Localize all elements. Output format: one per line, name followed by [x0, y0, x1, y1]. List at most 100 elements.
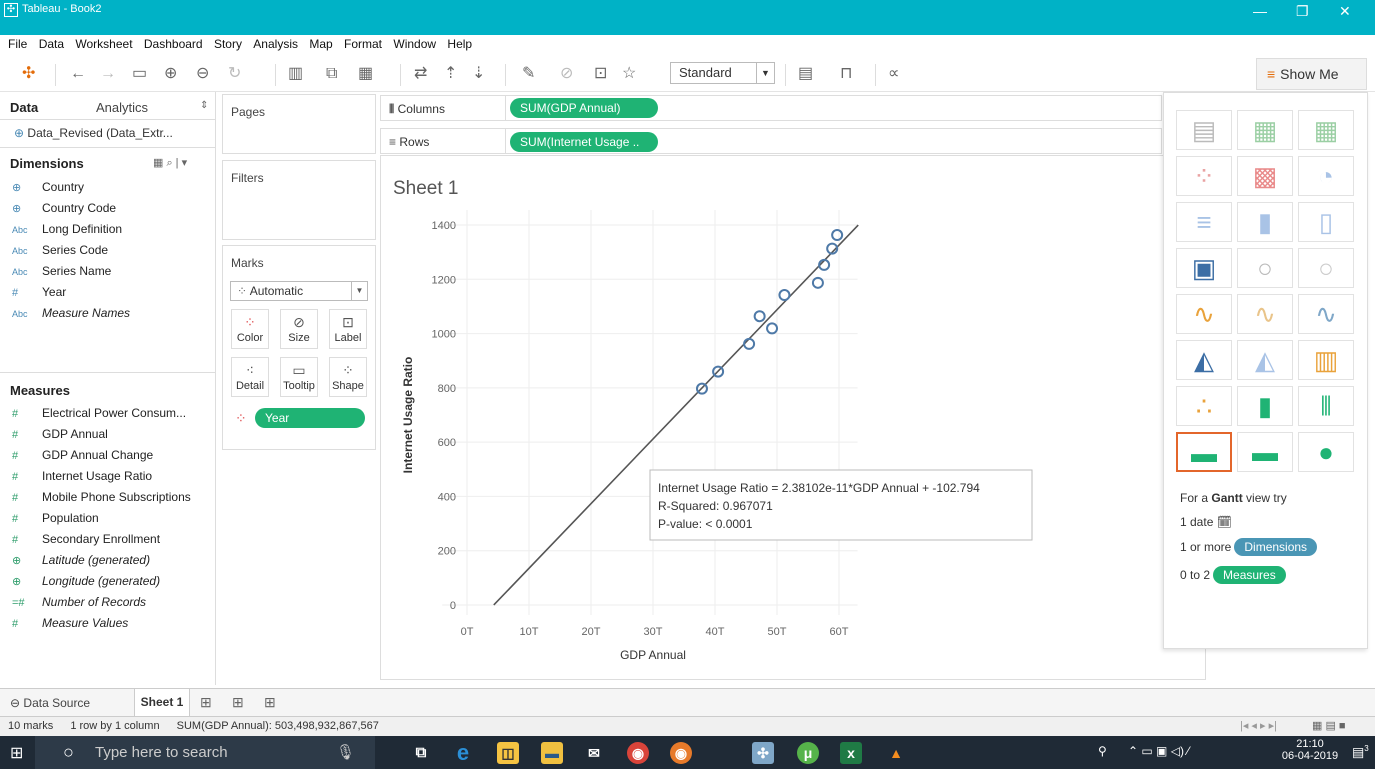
field-year[interactable]: # Year — [12, 285, 66, 299]
highlight-icon[interactable]: ✎ — [522, 65, 535, 83]
menu-worksheet[interactable]: Worksheet — [75, 35, 132, 53]
menu-help[interactable]: Help — [447, 35, 472, 53]
field-population[interactable]: # Population — [12, 511, 99, 525]
notifications-icon[interactable]: ▤3 — [1352, 744, 1369, 760]
new-datasource-icon[interactable]: ⊕ — [164, 65, 177, 83]
menu-window[interactable]: Window — [393, 35, 436, 53]
view-search-icons[interactable]: ▦ ⌕ | ▾ — [153, 156, 187, 170]
field-country[interactable]: ⊕ Country — [12, 180, 84, 194]
field-measure-names[interactable]: Abc Measure Names — [12, 306, 130, 320]
filled-map-thumb[interactable]: ▩ — [1237, 156, 1293, 196]
sort-descending-icon[interactable]: ⇣ — [472, 65, 485, 83]
edge-icon[interactable]: e — [452, 742, 474, 764]
treemap-thumb[interactable]: ▣ — [1176, 248, 1232, 288]
highlight-table-thumb[interactable]: ▦ — [1298, 110, 1354, 150]
system-tray-icons[interactable]: ⌃ ▭ ▣ ◁) ⁄ — [1128, 744, 1189, 758]
tab-data-source[interactable]: ⊖ Data Source — [10, 696, 90, 710]
field-electrical-power[interactable]: # Electrical Power Consum... — [12, 406, 186, 420]
dual-lines-thumb[interactable]: ∿ — [1298, 294, 1354, 334]
clear-sheet-icon[interactable]: ▦ — [358, 65, 373, 83]
duplicate-sheet-icon[interactable]: ⧉ — [326, 65, 337, 83]
chevron-up-down-icon[interactable]: ⇕ — [200, 100, 208, 111]
store-icon[interactable]: ◫ — [497, 742, 519, 764]
detail-button[interactable]: ⁖ Detail — [231, 357, 269, 397]
undo-icon[interactable]: ← — [70, 65, 86, 83]
heat-map-thumb[interactable]: ▦ — [1237, 110, 1293, 150]
task-view-icon[interactable]: ⧉ — [410, 742, 432, 764]
lines-discrete-thumb[interactable]: ∿ — [1237, 294, 1293, 334]
new-story-tab-icon[interactable]: ⊞ — [264, 694, 276, 711]
field-series-name[interactable]: Abc Series Name — [12, 264, 111, 278]
menu-file[interactable]: File — [8, 35, 27, 53]
stacked-bars-thumb[interactable]: ▮ — [1237, 202, 1293, 242]
file-explorer-icon[interactable]: ▬ — [541, 742, 563, 764]
menu-analysis[interactable]: Analysis — [253, 35, 298, 53]
symbol-map-thumb[interactable]: ⁘ — [1176, 156, 1232, 196]
pie-chart-thumb[interactable]: ◔ — [1298, 156, 1354, 196]
dual-combination-thumb[interactable]: ▥ — [1298, 340, 1354, 380]
field-mobile-phone-subscriptions[interactable]: # Mobile Phone Subscriptions — [12, 490, 191, 504]
view-toggle-icons[interactable]: ▦ ▤ ■ — [1312, 717, 1346, 736]
field-country-code[interactable]: ⊕ Country Code — [12, 201, 116, 215]
box-whisker-thumb[interactable]: ⫴ — [1298, 386, 1354, 426]
field-series-code[interactable]: Abc Series Code — [12, 243, 108, 257]
year-color-pill[interactable]: Year — [255, 408, 365, 428]
new-worksheet-tab-icon[interactable]: ⊞ — [200, 694, 212, 711]
windows-start-icon[interactable]: ⊞ — [10, 743, 23, 763]
datasource-item[interactable]: ⊕ Data_Revised (Data_Extr... — [14, 126, 173, 140]
rows-pill[interactable]: SUM(Internet Usage .. — [510, 132, 658, 152]
taskbar-search[interactable]: ○ Type here to search 🎙 — [35, 736, 375, 769]
tooltip-button[interactable]: ▭ Tooltip — [280, 357, 318, 397]
new-worksheet-icon[interactable]: ▥ — [288, 65, 303, 83]
tab-analytics[interactable]: Analytics — [96, 100, 148, 115]
side-by-side-bars-thumb[interactable]: ▯ — [1298, 202, 1354, 242]
field-secondary-enrollment[interactable]: # Secondary Enrollment — [12, 532, 160, 546]
new-dashboard-tab-icon[interactable]: ⊞ — [232, 694, 244, 711]
packed-bubbles-thumb[interactable]: ● — [1298, 432, 1354, 472]
browser-icon[interactable]: ◉ — [670, 742, 692, 764]
vlc-icon[interactable]: ▲ — [885, 742, 907, 764]
field-measure-values[interactable]: # Measure Values — [12, 616, 128, 630]
field-number-of-records[interactable]: =# Number of Records — [12, 595, 146, 609]
tableau-logo-icon[interactable]: ✣ — [22, 65, 35, 83]
swap-rows-columns-icon[interactable]: ⇄ — [414, 65, 427, 83]
menu-data[interactable]: Data — [39, 35, 64, 53]
mark-type-select[interactable]: ⁘ Automatic ▼ — [230, 281, 368, 301]
scatter-plot-thumb[interactable]: ∴ — [1176, 386, 1232, 426]
tab-sheet-1[interactable]: Sheet 1 — [134, 689, 190, 716]
sort-ascending-icon[interactable]: ⇡ — [444, 65, 457, 83]
filters-card[interactable]: Filters — [222, 160, 376, 240]
chrome-icon[interactable]: ◉ — [627, 742, 649, 764]
side-by-side-circles-thumb[interactable]: ○ — [1298, 248, 1354, 288]
label-button[interactable]: ⊡ Label — [329, 309, 367, 349]
clock[interactable]: 21:10 06-04-2019 — [1280, 738, 1340, 762]
save-icon[interactable]: ▭ — [132, 65, 147, 83]
fix-axes-icon[interactable]: ☆ — [622, 65, 636, 83]
field-gdp-annual[interactable]: # GDP Annual — [12, 427, 108, 441]
show-me-button[interactable]: ≡ Show Me — [1256, 58, 1367, 90]
excel-icon[interactable]: x — [840, 742, 862, 764]
redo-icon[interactable]: → — [100, 65, 116, 83]
field-long-definition[interactable]: Abc Long Definition — [12, 222, 122, 236]
area-discrete-thumb[interactable]: ◭ — [1237, 340, 1293, 380]
field-latitude[interactable]: ⊕ Latitude (generated) — [12, 553, 150, 567]
pages-card[interactable]: Pages — [222, 94, 376, 154]
tab-data[interactable]: Data — [10, 100, 38, 115]
utorrent-icon[interactable]: μ — [797, 742, 819, 764]
menu-dashboard[interactable]: Dashboard — [144, 35, 203, 53]
minimize-button[interactable]: — — [1253, 3, 1267, 19]
horizontal-bars-thumb[interactable]: ≡ — [1176, 202, 1232, 242]
show-cards-icon[interactable]: ▤ — [798, 65, 813, 83]
shape-button[interactable]: ⁘ Shape — [329, 357, 367, 397]
tableau-taskbar-icon[interactable]: ✣ — [752, 742, 774, 764]
show-labels-icon[interactable]: ⊡ — [594, 65, 607, 83]
share-icon[interactable]: ∝ — [888, 65, 899, 83]
area-continuous-thumb[interactable]: ◭ — [1176, 340, 1232, 380]
people-icon[interactable]: ⚲ — [1098, 744, 1107, 758]
presentation-mode-icon[interactable]: ⊓ — [840, 65, 852, 83]
menu-format[interactable]: Format — [344, 35, 382, 53]
histogram-thumb[interactable]: ▮ — [1237, 386, 1293, 426]
close-button[interactable]: ✕ — [1339, 3, 1351, 20]
group-members-icon[interactable]: ⊘ — [560, 65, 573, 83]
gantt-chart-thumb[interactable]: ▬ — [1176, 432, 1232, 472]
